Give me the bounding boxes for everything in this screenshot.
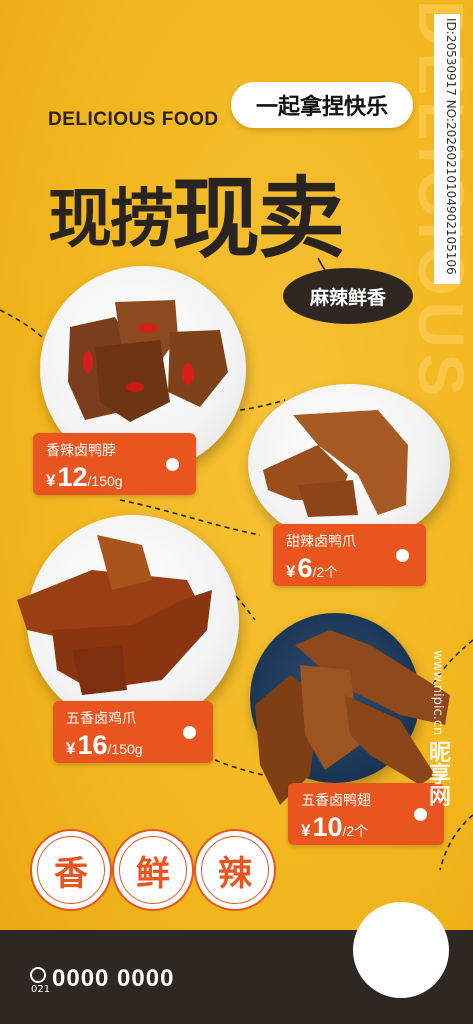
product-name: 五香卤鸡爪	[66, 711, 136, 727]
stamp-xiang: 香	[30, 829, 112, 911]
phone-number: 0000 0000	[52, 965, 175, 992]
watermark: www.nipic.cn 昵享网	[413, 640, 453, 1020]
product-name: 香辣卤鸭脖	[46, 443, 116, 459]
title-chinese-part-b: 现卖	[172, 167, 345, 270]
chicken-feet-image	[17, 535, 212, 695]
price-tag-duck-neck: 香辣卤鸭脖 ¥12/150g	[33, 433, 196, 495]
flavor-bubble: 麻辣鲜香	[283, 268, 413, 324]
title-english: DELICIOUS FOOD	[48, 109, 219, 130]
price-tag-duck-feet: 甜辣卤鸭爪 ¥6/2个	[273, 524, 426, 586]
stamp-la: 辣	[194, 829, 276, 911]
tag-hole	[183, 726, 196, 739]
price-tag-chicken-feet: 五香卤鸡爪 ¥16/150g	[53, 701, 213, 763]
title-chinese: 现捞现卖	[48, 140, 345, 270]
area-code: 021	[31, 984, 51, 995]
title-chinese-part-a: 现捞	[48, 183, 174, 257]
product-name: 甜辣卤鸭爪	[286, 534, 356, 550]
duck-neck-image	[68, 300, 228, 422]
phone-icon	[30, 967, 46, 983]
tag-hole	[396, 549, 409, 562]
slogan-bubble: 一起拿捏快乐	[231, 82, 413, 128]
watermark-logo: 昵享网	[425, 740, 450, 807]
stamp-xian: 鲜	[112, 829, 194, 911]
poster: DELICIOUS ID:20530917 NO:202602101049021…	[0, 0, 473, 1024]
watermark-url: www.nipic.cn	[430, 650, 445, 736]
image-id-strip: ID:20530917 NO:20260210104902105106	[434, 14, 460, 284]
tag-hole	[166, 458, 179, 471]
duck-feet-image	[263, 410, 408, 517]
